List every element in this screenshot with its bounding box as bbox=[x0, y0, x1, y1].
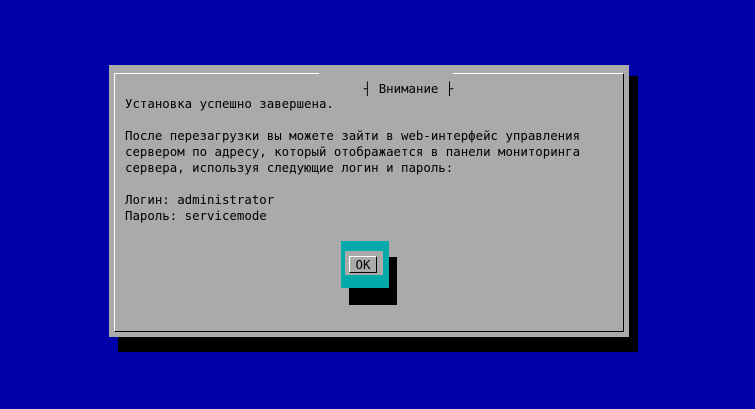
ok-button[interactable]: OK bbox=[345, 251, 383, 275]
message-dialog: ┤ Внимание ├ Установка успешно завершена… bbox=[109, 65, 629, 337]
login-line: Логин: administrator bbox=[125, 192, 275, 207]
dialog-title-text: Внимание bbox=[378, 81, 439, 96]
message-line-status: Установка успешно завершена. bbox=[125, 96, 334, 111]
message-line-info-3: сервера, используя следующие логин и пар… bbox=[125, 160, 454, 175]
console-background: ┤ Внимание ├ Установка успешно завершена… bbox=[0, 0, 755, 409]
ok-button-label: OK bbox=[349, 256, 377, 273]
message-line-info-2: сервером по адресу, который отображается… bbox=[125, 144, 581, 159]
dialog-title: ┤ Внимание ├ bbox=[319, 65, 454, 96]
title-right-bracket: ├ bbox=[438, 81, 454, 96]
title-left-bracket: ┤ bbox=[363, 81, 379, 96]
message-line-info-1: После перезагрузки вы можете зайти в web… bbox=[125, 128, 581, 143]
password-line: Пароль: servicemode bbox=[125, 208, 267, 223]
